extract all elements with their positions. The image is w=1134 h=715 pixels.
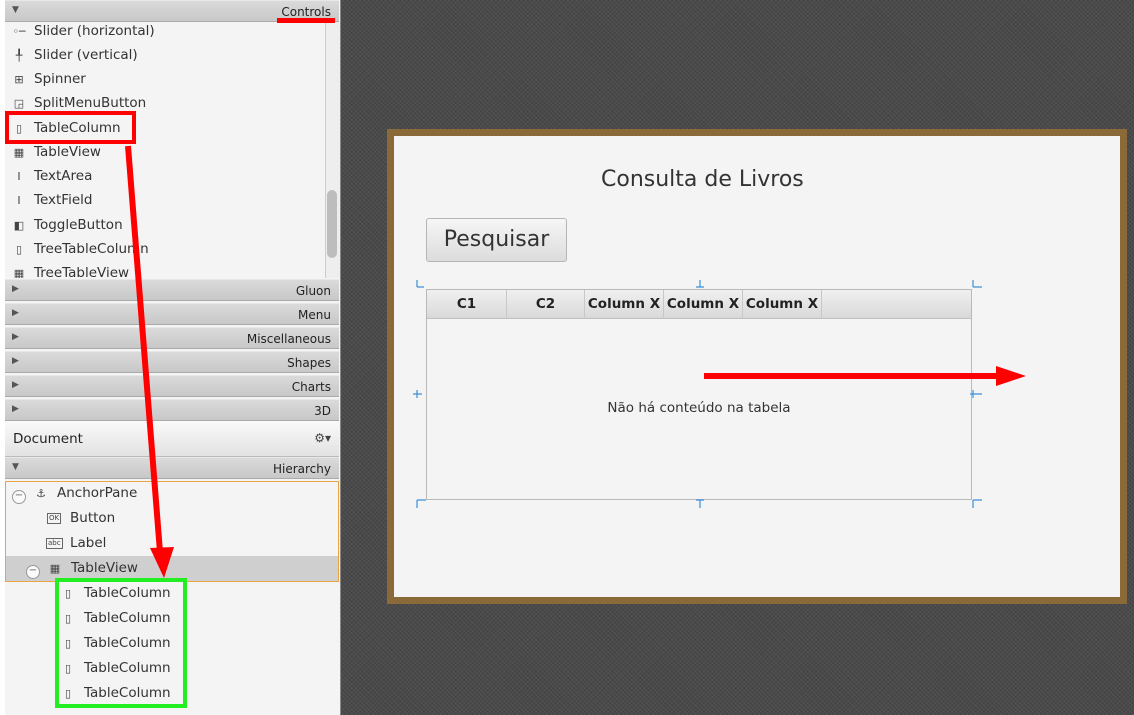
- tree-item-label: Button: [70, 510, 116, 526]
- slider-vertical-icon: ╀: [15, 49, 23, 62]
- control-item-label: TableView: [34, 144, 101, 160]
- library-section-title: Menu: [298, 308, 331, 322]
- tree-item-anchorpane[interactable]: − ⚓ AnchorPane: [12, 481, 137, 506]
- control-item-label: TreeTableView: [34, 265, 130, 278]
- hierarchy-section-header[interactable]: ▼ Hierarchy: [5, 457, 339, 479]
- library-section-title: 3D: [314, 404, 331, 418]
- tree-item-label[interactable]: abc Label: [46, 531, 106, 556]
- handle-bottom-center: [696, 499, 704, 508]
- handle-top-center: [696, 280, 704, 288]
- control-item-textarea[interactable]: Ⅰ TextArea: [11, 165, 92, 187]
- tree-item-label: AnchorPane: [57, 485, 138, 501]
- hierarchy-title: Hierarchy: [272, 462, 331, 476]
- handle-middle-left: [413, 390, 422, 398]
- expand-triangle-icon: ▶: [12, 380, 19, 390]
- tablecolumn-highlight-annotation: [5, 111, 136, 144]
- control-item-label: TreeTableColumn: [34, 241, 149, 257]
- handle-bottom-left: [416, 499, 426, 508]
- collapse-toggle-icon[interactable]: −: [26, 565, 40, 579]
- text-field-icon: Ⅰ: [17, 194, 21, 207]
- handle-top-left: [416, 280, 424, 288]
- control-item-label: TextField: [34, 192, 93, 208]
- expand-triangle-icon: ▶: [12, 404, 19, 414]
- label-icon: abc: [46, 538, 63, 549]
- control-item-treetablecolumn[interactable]: ▯ TreeTableColumn: [11, 238, 149, 260]
- controls-scrollbar-thumb[interactable]: [327, 190, 337, 258]
- expand-triangle-icon: ▶: [12, 308, 19, 318]
- handle-middle-right: [970, 390, 982, 398]
- table-view-icon: ▦: [13, 146, 25, 159]
- library-section-menu[interactable]: ▶ Menu: [5, 303, 339, 325]
- handle-top-right: [972, 280, 982, 288]
- library-section-title: Gluon: [295, 284, 331, 298]
- collapse-toggle-icon[interactable]: −: [12, 490, 26, 504]
- library-section-charts[interactable]: ▶ Charts: [5, 375, 339, 397]
- library-section-title: Shapes: [287, 356, 331, 370]
- collapse-triangle-icon: ▼: [12, 5, 19, 15]
- controls-list: ◦─ Slider (horizontal) ╀ Slider (vertical)…: [5, 22, 325, 278]
- collapse-triangle-icon: ▼: [12, 462, 19, 472]
- library-section-title: Charts: [291, 380, 331, 394]
- tree-table-column-icon: ▯: [15, 243, 23, 256]
- control-item-slider-vertical[interactable]: ╀ Slider (vertical): [11, 44, 138, 66]
- document-panel-header: Document ⚙▾: [5, 421, 339, 457]
- library-section-shapes[interactable]: ▶ Shapes: [5, 351, 339, 373]
- library-section-gluon[interactable]: ▶ Gluon: [5, 279, 339, 301]
- handle-bottom-right: [972, 499, 982, 508]
- controls-section-title: Controls: [281, 5, 331, 19]
- library-section-miscellaneous[interactable]: ▶ Miscellaneous: [5, 327, 339, 349]
- control-item-label: Slider (horizontal): [34, 23, 155, 39]
- expand-triangle-icon: ▶: [12, 332, 19, 342]
- control-item-treetableview[interactable]: ▦ TreeTableView: [11, 262, 129, 278]
- expand-triangle-icon: ▶: [12, 284, 19, 294]
- tree-item-label: TableView: [71, 560, 138, 576]
- anchor-icon: ⚓: [36, 487, 46, 500]
- control-item-label: TextArea: [34, 168, 93, 184]
- text-area-icon: Ⅰ: [17, 170, 21, 183]
- spinner-icon: ⊞: [14, 73, 24, 86]
- tree-table-view-icon: ▦: [13, 267, 25, 278]
- table-selection-handles[interactable]: [410, 278, 990, 512]
- toggle-button-icon: ◧: [13, 219, 25, 232]
- document-title: Document: [13, 431, 83, 447]
- expand-triangle-icon: ▶: [12, 356, 19, 366]
- control-item-textfield[interactable]: Ⅰ TextField: [11, 189, 92, 211]
- control-item-slider-horizontal[interactable]: ◦─ Slider (horizontal): [11, 22, 155, 42]
- control-item-label: SplitMenuButton: [34, 95, 147, 111]
- tree-item-label-text: Label: [70, 535, 107, 551]
- control-item-label: Slider (vertical): [34, 47, 138, 63]
- slider-horizontal-icon: ◦─: [12, 25, 26, 38]
- control-item-togglebutton[interactable]: ◧ ToggleButton: [11, 214, 123, 236]
- control-item-label: Spinner: [34, 71, 86, 87]
- tablecolumns-highlight-annotation: [55, 578, 187, 708]
- canvas-title-label[interactable]: Consulta de Livros: [601, 167, 804, 192]
- tree-item-button[interactable]: OK Button: [46, 506, 115, 531]
- controls-underline-annotation: [277, 18, 335, 23]
- library-section-title: Miscellaneous: [246, 332, 331, 346]
- library-section-3d[interactable]: ▶ 3D: [5, 399, 339, 421]
- control-item-tableview[interactable]: ▦ TableView: [11, 141, 101, 163]
- control-item-label: ToggleButton: [34, 217, 123, 233]
- button-icon: OK: [46, 513, 62, 524]
- gear-icon[interactable]: ⚙▾: [314, 431, 331, 445]
- search-button[interactable]: Pesquisar: [426, 218, 567, 262]
- control-item-spinner[interactable]: ⊞ Spinner: [11, 68, 86, 90]
